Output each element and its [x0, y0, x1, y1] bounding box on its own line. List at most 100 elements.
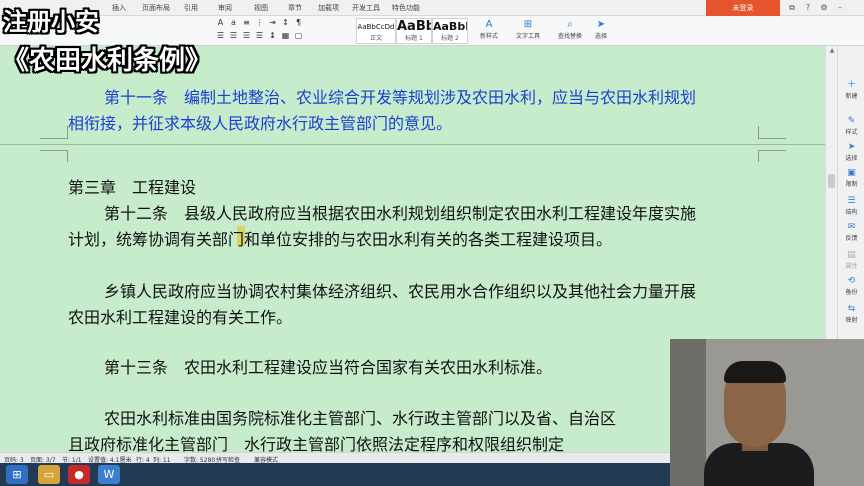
wps-writer-icon[interactable]: W — [98, 465, 120, 484]
pane-restrict[interactable]: ▣ 限制 — [838, 168, 864, 188]
style-icon: ✎ — [847, 116, 856, 126]
tab-references[interactable]: 引用 — [184, 3, 198, 13]
cursor-icon: ➤ — [596, 19, 606, 30]
pane-new[interactable]: ＋ 新建 — [838, 80, 864, 100]
paragraph-line: 相衔接，并征求本级人民政府水行政主管部门的意见。 — [68, 114, 453, 133]
page-break — [0, 144, 825, 145]
paragraph-mark-icon[interactable]: ¶ — [292, 18, 305, 27]
record-icon[interactable]: ● — [68, 465, 90, 484]
webcam-overlay — [670, 339, 864, 486]
login-button[interactable]: 未登录 — [706, 0, 780, 16]
search-icon: ⌕ — [567, 19, 573, 30]
select-label: 选择 — [594, 33, 607, 40]
select-icon: ➤ — [847, 142, 856, 152]
tab-chapter[interactable]: 章节 — [288, 3, 302, 13]
pane-properties-label: 属性 — [845, 263, 858, 270]
pane-select-label: 选择 — [845, 155, 858, 162]
paragraph-line: 第十二条 县级人民政府应当根据农田水利规划组织制定农田水利工程建设年度实施 — [104, 204, 697, 223]
paragraph-line: 农田水利标准由国务院标准化主管部门、水行政主管部门以及省、自治区 — [104, 409, 617, 428]
tab-page-layout[interactable]: 页面布局 — [142, 3, 170, 13]
margin-mark — [758, 126, 759, 138]
video-caption-title: 《农田水利条例》 — [3, 46, 212, 76]
style-heading-1-sample: AaBb — [397, 19, 431, 34]
shading-icon[interactable]: ▦ — [279, 31, 292, 40]
settings-icon[interactable]: ⚙ — [818, 2, 830, 14]
paragraph-line: 第十三条 农田水利工程建设应当符合国家有关农田水利标准。 — [104, 358, 553, 377]
pane-new-label: 新建 — [845, 93, 858, 100]
tab-view[interactable]: 视图 — [254, 3, 268, 13]
format-row-bottom: ☰ ☰ ☰ ☰ ↨ ▦ ▢ — [214, 31, 324, 43]
feedback-icon: ✉ — [847, 222, 856, 232]
scroll-thumb[interactable] — [828, 174, 835, 188]
pane-feedback[interactable]: ✉ 反馈 — [838, 222, 864, 242]
line-spacing-icon[interactable]: ↨ — [266, 31, 279, 40]
presenter-hair — [724, 361, 786, 383]
margin-mark — [40, 150, 68, 151]
help-icon[interactable]: ? — [802, 2, 814, 14]
indent-icon[interactable]: ⇥ — [266, 18, 279, 27]
webcam-door — [670, 339, 706, 486]
new-style-button[interactable]: A 新样式 — [474, 18, 504, 44]
restore-icon[interactable]: ⧉ — [786, 2, 798, 14]
chapter-heading: 第三章 工程建设 — [68, 178, 197, 197]
align-left-icon[interactable]: ☰ — [214, 31, 227, 40]
align-right-icon[interactable]: ☰ — [240, 31, 253, 40]
pane-style-label: 样式 — [845, 129, 858, 136]
mapping-icon: ⇆ — [847, 304, 856, 314]
font-grow-icon[interactable]: A — [214, 18, 227, 27]
tab-features[interactable]: 特色功能 — [392, 3, 420, 13]
style-normal[interactable]: AaBbCcDd 正文 — [356, 18, 396, 44]
format-row-top: Aa ≡ ⋮ ⇥ ↕ ¶ — [214, 18, 324, 30]
tab-addins[interactable]: 加载项 — [318, 3, 339, 13]
new-icon: ＋ — [846, 80, 856, 90]
style-heading-2-sample: AaBbI — [433, 20, 467, 33]
justify-icon[interactable]: ☰ — [253, 31, 266, 40]
style-heading-2-label: 标题 2 — [441, 35, 459, 42]
pane-backup[interactable]: ⟲ 备份 — [838, 276, 864, 296]
align-center-icon[interactable]: ☰ — [227, 31, 240, 40]
restrict-icon: ▣ — [847, 168, 856, 178]
style-heading-1-label: 标题 1 — [405, 35, 423, 42]
pane-structure[interactable]: ☰ 结构 — [838, 196, 864, 216]
start-icon[interactable]: ⊞ — [6, 465, 28, 484]
video-caption-channel: 注册小安 — [3, 8, 99, 36]
file-explorer-icon[interactable]: ▭ — [38, 465, 60, 484]
properties-icon: ▤ — [847, 250, 856, 260]
new-style-icon: A — [485, 19, 493, 30]
margin-mark — [758, 150, 759, 162]
structure-icon: ☰ — [847, 196, 856, 206]
tab-developer[interactable]: 开发工具 — [352, 3, 380, 13]
border-icon[interactable]: ▢ — [292, 31, 305, 40]
menu-tab-bar: 插入 页面布局 引用 审阅 视图 章节 加载项 开发工具 特色功能 未登录 ⧉ … — [0, 0, 864, 16]
font-shrink-icon[interactable]: a — [227, 18, 240, 27]
pane-restrict-label: 限制 — [845, 181, 858, 188]
pane-properties[interactable]: ▤ 属性 — [838, 250, 864, 270]
select-button[interactable]: ➤ 选择 — [590, 18, 612, 44]
pane-structure-label: 结构 — [845, 209, 858, 216]
minimize-icon[interactable]: – — [834, 2, 846, 14]
margin-mark — [758, 150, 786, 151]
pane-feedback-label: 反馈 — [845, 235, 858, 242]
find-replace-button[interactable]: ⌕ 查找替换 — [552, 18, 588, 44]
pane-select[interactable]: ➤ 选择 — [838, 142, 864, 162]
style-heading-2[interactable]: AaBbI 标题 2 — [432, 18, 468, 44]
pane-style[interactable]: ✎ 样式 — [838, 116, 864, 136]
pane-mapping-label: 映射 — [845, 317, 858, 324]
tab-insert[interactable]: 插入 — [112, 3, 126, 13]
new-style-label: 新样式 — [479, 33, 498, 40]
pane-mapping[interactable]: ⇆ 映射 — [838, 304, 864, 324]
margin-mark — [67, 150, 68, 162]
wps-writer-window: 插入 页面布局 引用 审阅 视图 章节 加载项 开发工具 特色功能 未登录 ⧉ … — [0, 0, 864, 486]
margin-mark — [758, 138, 786, 139]
backup-icon: ⟲ — [847, 276, 856, 286]
tab-review[interactable]: 审阅 — [218, 3, 232, 13]
style-heading-1[interactable]: AaBb 标题 1 — [396, 18, 432, 44]
sort-icon[interactable]: ↕ — [279, 18, 292, 27]
paragraph-line: 第十一条 编制土地整治、农业综合开发等规划涉及农田水利，应当与农田水利规划 — [104, 88, 697, 107]
numbering-icon[interactable]: ⋮ — [253, 18, 266, 27]
paragraph-line: 农田水利工程建设的有关工作。 — [68, 308, 293, 327]
bullets-icon[interactable]: ≡ — [240, 18, 253, 27]
style-normal-sample: AaBbCcDd — [357, 23, 395, 31]
text-tools-button[interactable]: ⊞ 文字工具 — [510, 18, 546, 44]
text-tools-icon: ⊞ — [523, 19, 533, 30]
